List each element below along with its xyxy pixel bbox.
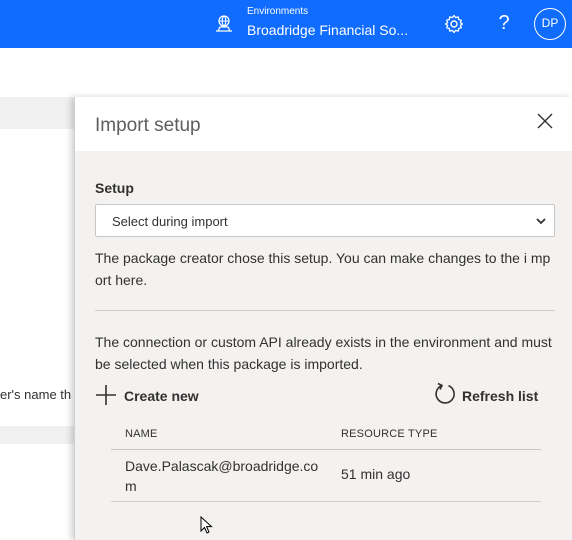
environment-switcher[interactable]: Environments Broadridge Financial So... xyxy=(247,6,408,40)
panel-title: Import setup xyxy=(95,115,201,136)
plus-icon xyxy=(96,385,116,405)
close-icon[interactable] xyxy=(535,111,555,131)
help-button[interactable]: ? xyxy=(494,10,514,36)
connection-description: The connection or custom API already exi… xyxy=(95,334,552,372)
top-bar: Environments Broadridge Financial So... … xyxy=(0,0,572,48)
setup-select[interactable]: Select during import xyxy=(95,204,555,237)
panel-header: Import setup xyxy=(75,97,572,151)
gear-icon[interactable] xyxy=(444,14,464,34)
environment-name: Broadridge Financial So... xyxy=(247,22,409,38)
resource-type-cell: 51 min ago xyxy=(341,466,411,482)
setup-select-value: Select during import xyxy=(112,214,228,229)
refresh-list-label: Refresh list xyxy=(462,388,539,404)
refresh-icon xyxy=(435,382,455,404)
connection-name-cell: Dave.Palascak@broadridge.com xyxy=(125,458,319,494)
divider xyxy=(95,310,555,311)
column-header-resource-type[interactable]: RESOURCE TYPE xyxy=(341,428,438,440)
create-new-label: Create new xyxy=(124,388,199,404)
background-footer-strip xyxy=(0,426,74,444)
mouse-pointer-icon xyxy=(200,516,213,534)
chevron-down-icon xyxy=(536,218,546,225)
column-header-name[interactable]: NAME xyxy=(125,428,158,440)
import-setup-panel: Import setup Setup Select during import … xyxy=(74,97,572,540)
table-row[interactable]: Dave.Palascak@broadridge.com 51 min ago xyxy=(111,450,541,502)
environment-label: Environments xyxy=(247,6,309,17)
background-header-strip xyxy=(0,97,74,129)
setup-label: Setup xyxy=(95,180,134,196)
refresh-list-button[interactable]: Refresh list xyxy=(433,381,553,409)
background-text: er's name th xyxy=(0,387,72,402)
setup-description: The package creator chose this setup. Yo… xyxy=(95,250,551,288)
user-avatar[interactable]: DP xyxy=(534,8,566,40)
row-divider xyxy=(111,501,541,502)
environment-globe-icon[interactable] xyxy=(214,14,234,34)
